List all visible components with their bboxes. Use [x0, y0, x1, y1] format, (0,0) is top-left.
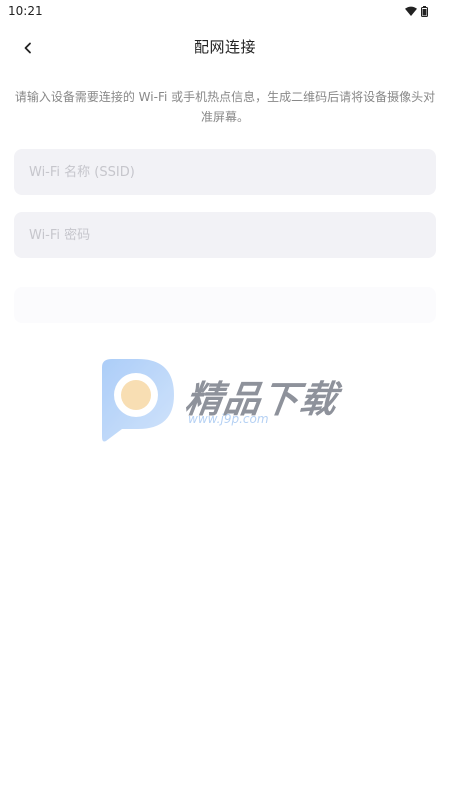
- wifi-icon: [405, 6, 417, 16]
- page-title: 配网连接: [193, 38, 256, 56]
- status-bar: 10:21: [0, 0, 450, 22]
- status-time: 10:21: [8, 4, 43, 18]
- password-field[interactable]: [14, 212, 436, 258]
- password-input[interactable]: [27, 226, 423, 244]
- app-bar: 配网连接: [0, 28, 450, 68]
- generate-qr-button[interactable]: [14, 287, 436, 323]
- watermark: 精品下载 www.j9p.com: [98, 357, 358, 443]
- watermark-url: www.j9p.com: [188, 412, 269, 426]
- ssid-input[interactable]: [27, 163, 423, 181]
- ssid-field[interactable]: [14, 149, 436, 195]
- status-icons: [405, 5, 428, 17]
- battery-icon: [421, 5, 428, 17]
- instructions-text: 请输入设备需要连接的 Wi-Fi 或手机热点信息，生成二维码后请将设备摄像头对准…: [14, 90, 436, 124]
- watermark-logo: [102, 359, 174, 442]
